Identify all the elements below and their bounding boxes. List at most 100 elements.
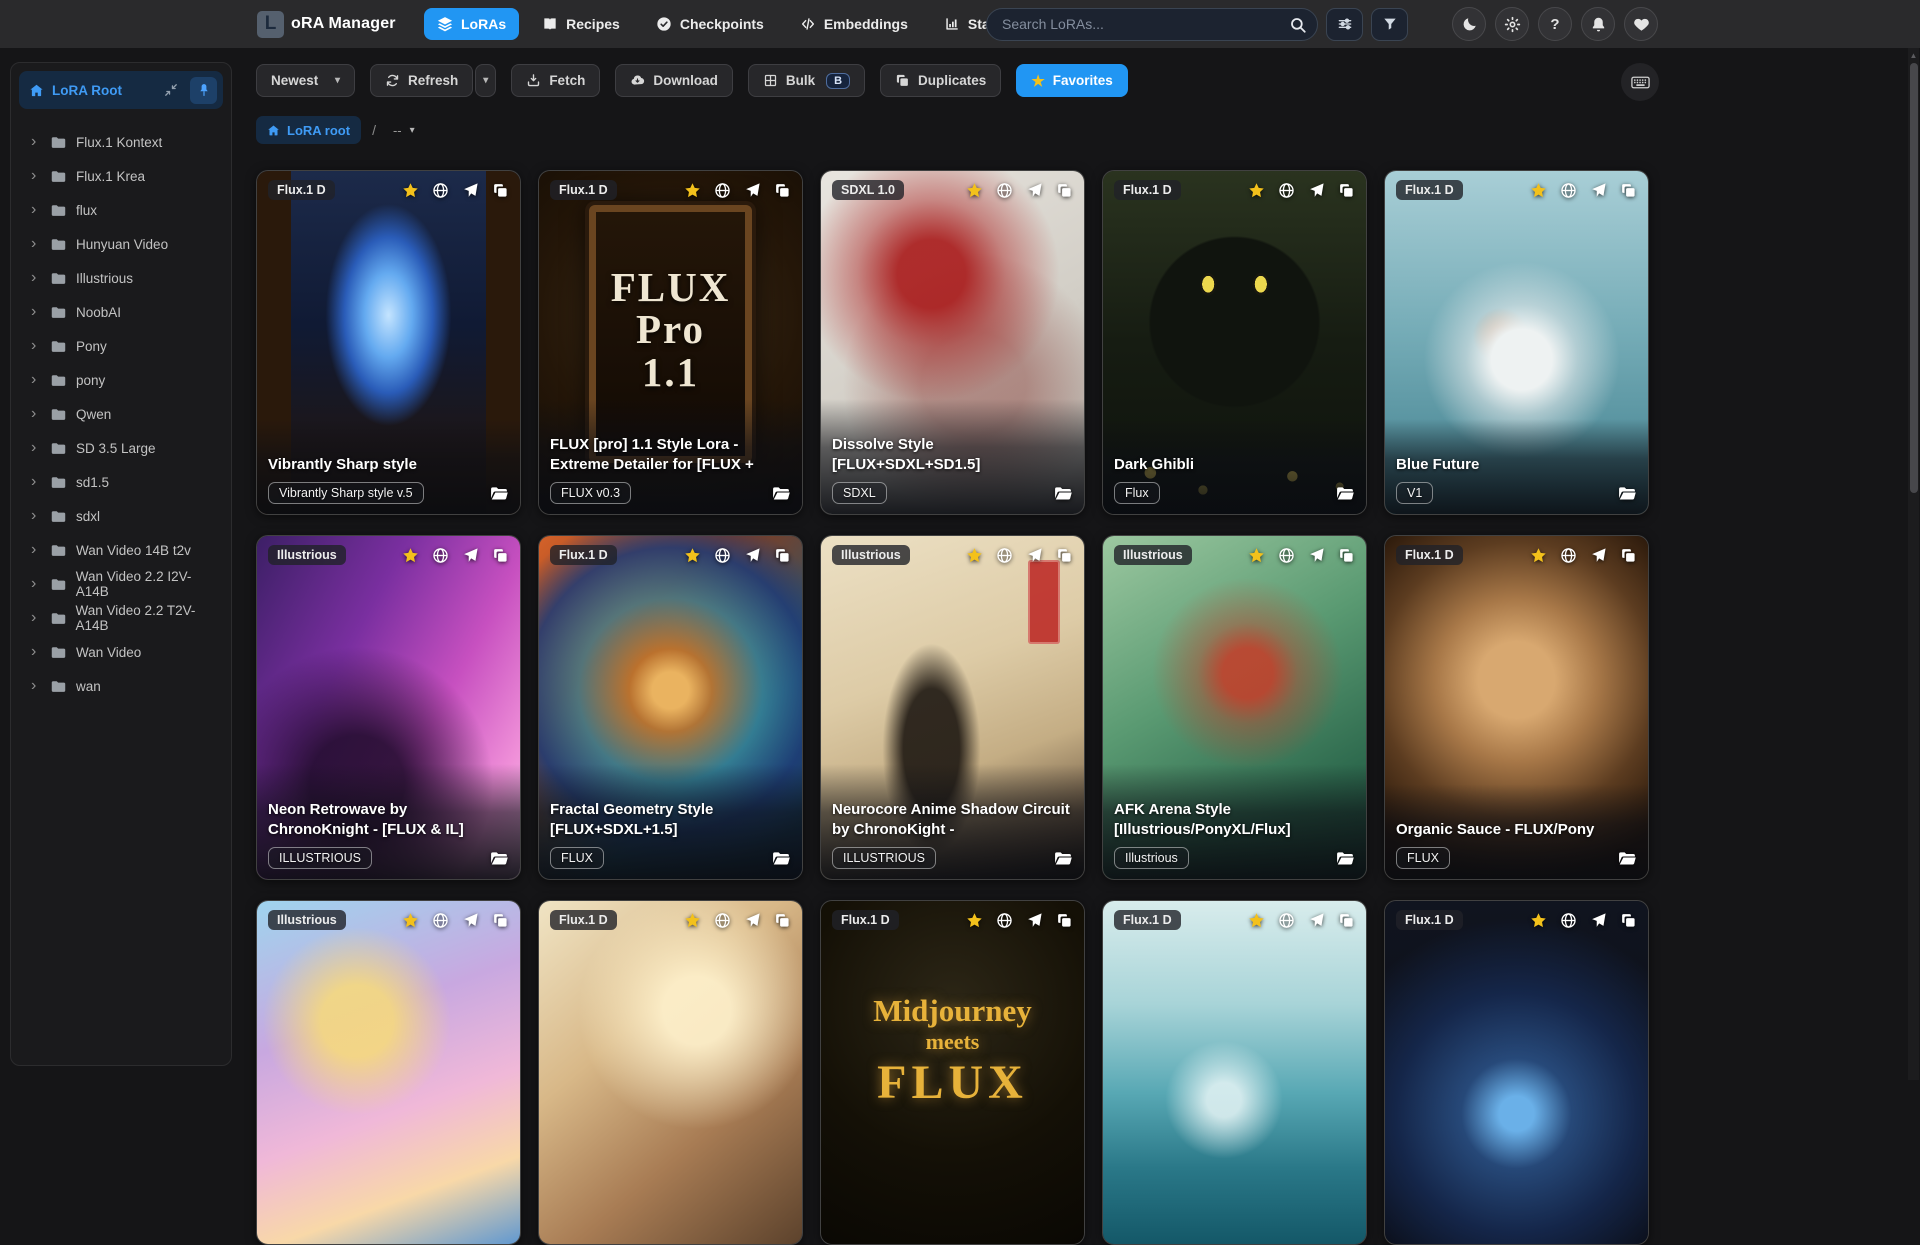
globe-icon[interactable] (1560, 912, 1577, 929)
sidebar-folder-item[interactable]: › pony (11, 363, 231, 397)
folder-open-icon[interactable] (771, 849, 791, 869)
lora-card[interactable]: Flux.1 D Blue Future V1 (1384, 170, 1649, 515)
copy-icon[interactable] (492, 182, 509, 199)
send-icon[interactable] (1590, 912, 1607, 929)
notifications-button[interactable] (1581, 7, 1615, 41)
breadcrumb-root[interactable]: LoRA root (256, 116, 361, 144)
globe-icon[interactable] (714, 912, 731, 929)
send-icon[interactable] (462, 547, 479, 564)
duplicates-button[interactable]: Duplicates (880, 64, 1001, 97)
copy-icon[interactable] (1056, 182, 1073, 199)
copy-icon[interactable] (1338, 547, 1355, 564)
dark-mode-button[interactable] (1452, 7, 1486, 41)
favorite-star-icon[interactable] (1248, 547, 1265, 564)
globe-icon[interactable] (1560, 182, 1577, 199)
copy-icon[interactable] (1338, 912, 1355, 929)
scrollbar-thumb[interactable] (1910, 63, 1918, 493)
sidebar-folder-item[interactable]: › NoobAI (11, 295, 231, 329)
send-icon[interactable] (1590, 547, 1607, 564)
send-icon[interactable] (744, 547, 761, 564)
copy-icon[interactable] (1620, 912, 1637, 929)
chevron-right-icon[interactable]: › (31, 236, 41, 252)
sidebar-folder-item[interactable]: › sdxl (11, 499, 231, 533)
bulk-button[interactable]: Bulk B (748, 64, 865, 97)
folder-open-icon[interactable] (771, 484, 791, 504)
favorite-star-icon[interactable] (966, 547, 983, 564)
copy-icon[interactable] (1620, 547, 1637, 564)
copy-icon[interactable] (1056, 912, 1073, 929)
chevron-right-icon[interactable]: › (31, 542, 41, 558)
copy-icon[interactable] (774, 547, 791, 564)
search-input[interactable] (987, 16, 1317, 32)
lora-card[interactable]: Illustrious Neon Retrowave by ChronoKnig… (256, 535, 521, 880)
globe-icon[interactable] (996, 182, 1013, 199)
send-icon[interactable] (462, 182, 479, 199)
sidebar-folder-item[interactable]: › sd1.5 (11, 465, 231, 499)
breadcrumb-folder-select[interactable]: -- ▾ (387, 122, 421, 139)
favorite-star-icon[interactable] (1530, 547, 1547, 564)
download-button[interactable]: Download (615, 64, 733, 97)
lora-card[interactable]: Flux.1 D Vibrantly Sharp style Vibrantl (256, 170, 521, 515)
globe-icon[interactable] (1278, 547, 1295, 564)
globe-icon[interactable] (714, 547, 731, 564)
favorite-star-icon[interactable] (684, 547, 701, 564)
globe-icon[interactable] (1278, 912, 1295, 929)
globe-icon[interactable] (996, 912, 1013, 929)
chevron-right-icon[interactable]: › (31, 270, 41, 286)
funnel-filter-button[interactable] (1371, 8, 1408, 41)
tab-checkpoints[interactable]: Checkpoints (643, 8, 777, 40)
chevron-right-icon[interactable]: › (31, 304, 41, 320)
lora-card[interactable]: Flux.1 D Organic Sauce - FLUX/Pony FLUX (1384, 535, 1649, 880)
folder-open-icon[interactable] (1617, 849, 1637, 869)
sidebar-folder-item[interactable]: › wan (11, 669, 231, 703)
copy-icon[interactable] (774, 912, 791, 929)
sidebar-folder-item[interactable]: › Wan Video 2.2 T2V-A14B (11, 601, 231, 635)
copy-icon[interactable] (1056, 547, 1073, 564)
lora-card[interactable]: Illustrious (256, 900, 521, 1245)
copy-icon[interactable] (774, 182, 791, 199)
favorite-star-icon[interactable] (684, 912, 701, 929)
globe-icon[interactable] (432, 912, 449, 929)
favorites-filter-button[interactable]: ★ Favorites (1016, 64, 1127, 97)
settings-button[interactable] (1495, 7, 1529, 41)
sidebar-folder-item[interactable]: › Hunyuan Video (11, 227, 231, 261)
sidebar-folder-item[interactable]: › Illustrious (11, 261, 231, 295)
sidebar-folder-item[interactable]: › Wan Video (11, 635, 231, 669)
chevron-right-icon[interactable]: › (31, 610, 41, 626)
chevron-right-icon[interactable]: › (31, 168, 41, 184)
send-icon[interactable] (1026, 182, 1043, 199)
chevron-right-icon[interactable]: › (31, 474, 41, 490)
chevron-right-icon[interactable]: › (31, 406, 41, 422)
chevron-right-icon[interactable]: › (31, 440, 41, 456)
lora-card[interactable]: Flux.1 D Fractal Geometry Style [FLUX+SD… (538, 535, 803, 880)
scrollbar-up-arrow[interactable]: ▲ (1908, 51, 1919, 60)
sidebar-folder-item[interactable]: › Wan Video 2.2 I2V-A14B (11, 567, 231, 601)
sidebar-folder-item[interactable]: › Flux.1 Krea (11, 159, 231, 193)
sidebar-folder-item[interactable]: › Pony (11, 329, 231, 363)
send-icon[interactable] (1026, 912, 1043, 929)
copy-icon[interactable] (1338, 182, 1355, 199)
favorite-star-icon[interactable] (966, 912, 983, 929)
folder-open-icon[interactable] (1053, 484, 1073, 504)
lora-card[interactable]: Illustrious Neurocore Anime Shadow Circu… (820, 535, 1085, 880)
tab-embeddings[interactable]: Embeddings (787, 8, 921, 40)
folder-open-icon[interactable] (1617, 484, 1637, 504)
globe-icon[interactable] (714, 182, 731, 199)
chevron-right-icon[interactable]: › (31, 134, 41, 150)
folder-open-icon[interactable] (1335, 484, 1355, 504)
chevron-right-icon[interactable]: › (31, 576, 41, 592)
pin-sidebar-button[interactable] (190, 77, 217, 104)
sliders-filter-button[interactable] (1326, 8, 1363, 41)
collapse-all-button[interactable] (160, 79, 182, 101)
chevron-right-icon[interactable]: › (31, 338, 41, 354)
favorite-star-icon[interactable] (1530, 912, 1547, 929)
fetch-button[interactable]: Fetch (511, 64, 600, 97)
chevron-right-icon[interactable]: › (31, 644, 41, 660)
sidebar-root-header[interactable]: LoRA Root (19, 71, 223, 109)
favorite-star-icon[interactable] (966, 182, 983, 199)
send-icon[interactable] (462, 912, 479, 929)
lora-card[interactable]: SDXL 1.0 Dissolve Style [FLUX+SDXL+SD1.5… (820, 170, 1085, 515)
send-icon[interactable] (744, 912, 761, 929)
favorite-star-icon[interactable] (402, 912, 419, 929)
globe-icon[interactable] (1560, 547, 1577, 564)
